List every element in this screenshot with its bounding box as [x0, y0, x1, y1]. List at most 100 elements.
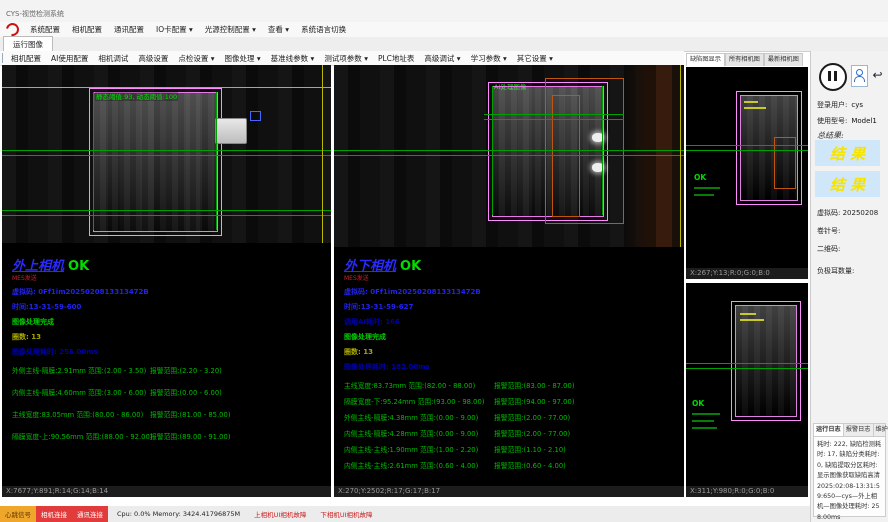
pause-button[interactable] — [819, 63, 847, 91]
toolbar-item[interactable]: 测试项参数 ▾ — [319, 53, 373, 64]
toolbar-item[interactable]: 高级设置 — [133, 53, 173, 64]
measurement-row: 隔膜宽度-下:95.24mm 范围:(93.00 - 98.00) 报警范围:(… — [344, 396, 682, 406]
thumbnail-tab[interactable]: 最新相机图 — [764, 53, 803, 66]
camera-view-upper-outer: 静态阈值:93, 动态阈值:100 外上相机 OK MES发送 虚拟码: 0Ff1… — [2, 65, 331, 497]
result-box: 结 果 — [815, 171, 880, 197]
guide-line — [2, 215, 331, 216]
toolbar: 相机配置AI使用配置相机调试高级设置点检设置 ▾图像处理 ▾基准线参数 ▾测试项… — [0, 51, 684, 66]
menu-item[interactable]: 查看 ▾ — [262, 24, 295, 35]
cpu-memory-status: Cpu: 0.0% Memory: 3424.41796875M — [108, 506, 245, 522]
menubar: 系统配置相机配置通讯配置IO卡配置 ▾光源控制配置 ▾查看 ▾系统语言切换 — [0, 22, 888, 37]
result-ok-badge: OK — [68, 259, 89, 274]
menu-item[interactable]: 相机配置 — [66, 24, 108, 35]
loop-line: 圈数: 13 — [12, 332, 329, 342]
camera-result-title: 外下相机OK — [344, 255, 682, 274]
overlay-text-mark — [694, 194, 714, 196]
measurement-value: 主线宽度:83.73mm 范围:(82.00 - 88.00) — [344, 380, 494, 390]
menu-item[interactable]: 系统配置 — [24, 24, 66, 35]
page-tab-row: 运行图像 — [0, 37, 888, 52]
result-text-block: 外上相机 OK MES发送 虚拟码: 0Ff1im2025020813313472… — [12, 255, 329, 453]
measurement-value: 外侧主线-隔膜:2.91mm 范围:(2.00 - 3.50) — [12, 365, 150, 375]
toolbar-item[interactable]: 高级调试 ▾ — [419, 53, 465, 64]
model-value: Model1 — [851, 117, 876, 125]
thumbnail-tab[interactable]: 缺陷图显示 — [686, 53, 725, 66]
alarm-range: 报警范围:(0.00 - 6.00) — [150, 387, 222, 397]
upper-camera-fault: 上相机UI相机故障 — [245, 506, 311, 522]
lower-camera-fault: 下相机UI相机故障 — [311, 506, 377, 522]
thumbnail-tab[interactable]: 所有相机图 — [725, 53, 764, 66]
tab-run-image[interactable]: 运行图像 — [3, 36, 53, 51]
ruler-line — [680, 65, 681, 247]
camera-name: 外上相机 — [12, 259, 64, 274]
thumbnail-view-1[interactable]: OK X:267;Y:13;R:0;G:0;B:0 — [686, 67, 808, 279]
menu-item[interactable]: 系统语言切换 — [295, 24, 352, 35]
log-tab[interactable]: 报警日志 — [844, 424, 874, 436]
thumbnail-view-2[interactable]: OK X:311;Y:980;R:0;G:0;B:0 — [686, 283, 808, 497]
toolbar-item[interactable]: AI使用配置 — [46, 53, 93, 64]
toolbar-divider — [2, 53, 3, 63]
barcode-line: 虚拟码: 0Ff1im2025020813313472B — [12, 287, 329, 297]
measurement-row: 内侧主线-隔膜:4.28mm 范围:(0.00 - 9.00) 报警范围:(2.… — [344, 428, 682, 438]
overlay-text-mark — [744, 107, 766, 109]
login-user-button[interactable] — [851, 65, 868, 87]
thumbnail-column: 缺陷图显示所有相机图最新相机图 OK X:267;Y:13;R:0;G:0;B:… — [686, 53, 808, 499]
thumbnail-ok-text: OK — [694, 173, 706, 182]
thumbnail-tabs: 缺陷图显示所有相机图最新相机图 — [686, 53, 808, 66]
measurement-value: 内侧主线-主线:2.61mm 范围:(0.60 - 4.00) — [344, 460, 494, 470]
threshold-note: 静态阈值:93, 动态阈值:100 — [95, 91, 178, 101]
toolbar-item[interactable]: PLC地址表 — [373, 53, 419, 64]
proc-time-line: 图像处理耗时: 182.00ms — [344, 362, 682, 372]
menu-item[interactable]: IO卡配置 ▾ — [150, 24, 199, 35]
toolbar-items: 相机配置AI使用配置相机调试高级设置点检设置 ▾图像处理 ▾基准线参数 ▾测试项… — [6, 53, 558, 64]
menu-items: 系统配置相机配置通讯配置IO卡配置 ▾光源控制配置 ▾查看 ▾系统语言切换 — [24, 24, 352, 35]
measurement-list: 外侧主线-隔膜:2.91mm 范围:(2.00 - 3.50) 报警范围:(2.… — [12, 365, 329, 441]
menu-item[interactable]: 通讯配置 — [108, 24, 150, 35]
back-button[interactable]: ↩ — [870, 65, 885, 85]
alarm-range: 报警范围:(1.10 - 2.10) — [494, 444, 566, 454]
measurement-row: 主线宽度:83.73mm 范围:(82.00 - 88.00) 报警范围:(83… — [344, 380, 682, 390]
measurement-row: 主线宽度:83.05mm 范围:(80.00 - 86.00) 报警范围:(81… — [12, 409, 329, 419]
guide-line — [484, 119, 624, 120]
measurement-value: 内侧主线-隔膜:4.60mm 范围:(3.00 - 6.00) — [12, 387, 150, 397]
camera-image-upper-outer[interactable]: 静态阈值:93, 动态阈值:100 — [2, 65, 331, 243]
time-line: 时间:13-31-59-627 — [344, 302, 682, 312]
toolbar-item[interactable]: 其它设置 ▾ — [512, 53, 558, 64]
toolbar-item[interactable]: 基准线参数 ▾ — [266, 53, 320, 64]
overlay-text-mark — [740, 319, 764, 321]
toolbar-item[interactable]: 学习参数 ▾ — [466, 53, 512, 64]
toolbar-item[interactable]: 相机配置 — [6, 53, 46, 64]
login-user-value: cys — [851, 101, 863, 109]
log-tab[interactable]: 运行日志 — [814, 424, 844, 436]
alarm-range: 报警范围:(2.00 - 77.00) — [494, 412, 570, 422]
mes-note: MES发送 — [12, 273, 329, 282]
alarm-range: 报警范围:(89.00 - 91.00) — [150, 431, 230, 441]
alarm-range: 报警范围:(2.20 - 3.20) — [150, 365, 222, 375]
toolbar-item[interactable]: 图像处理 ▾ — [220, 53, 266, 64]
pause-icon — [834, 71, 837, 81]
guide-line — [484, 114, 624, 115]
toolbar-item[interactable]: 点检设置 ▾ — [173, 53, 219, 64]
camera-result-title: 外上相机 OK — [12, 255, 329, 274]
login-user-row: 登录用户: cys — [817, 100, 863, 110]
result-text-block: 外下相机OK MES发送 虚拟码: 0Ff1im2025020813313472… — [344, 255, 682, 476]
measurement-value: 内侧主线-隔膜:4.28mm 范围:(0.00 - 9.00) — [344, 428, 494, 438]
menu-item[interactable]: 光源控制配置 ▾ — [199, 24, 262, 35]
log-tab[interactable]: 维护日志 — [874, 424, 888, 436]
login-user-label: 登录用户: — [817, 101, 847, 109]
guide-line — [2, 210, 331, 211]
alarm-range: 报警范围:(81.00 - 85.00) — [150, 409, 230, 419]
measurement-value: 内侧主线-主线:1.90mm 范围:(1.00 - 2.20) — [344, 444, 494, 454]
guide-line — [686, 145, 808, 146]
toolbar-item[interactable]: 相机调试 — [93, 53, 133, 64]
camera-image-lower-outer[interactable]: AI处理图像 — [334, 65, 684, 247]
measurement-value: 主线宽度:83.05mm 范围:(80.00 - 86.00) — [12, 409, 150, 419]
comm-link-indicator: 通讯连接 — [72, 506, 108, 522]
guide-line — [492, 86, 493, 215]
overlay-text-mark — [692, 413, 720, 415]
marker-box — [250, 111, 261, 121]
guide-line — [2, 150, 331, 151]
proc-time-line: 图像处理耗时: 256.00ms — [12, 347, 329, 357]
alarm-range: 报警范围:(83.00 - 87.00) — [494, 380, 574, 390]
guide-line — [216, 92, 217, 230]
time-line: 时间:13-31-59-600 — [12, 302, 329, 312]
